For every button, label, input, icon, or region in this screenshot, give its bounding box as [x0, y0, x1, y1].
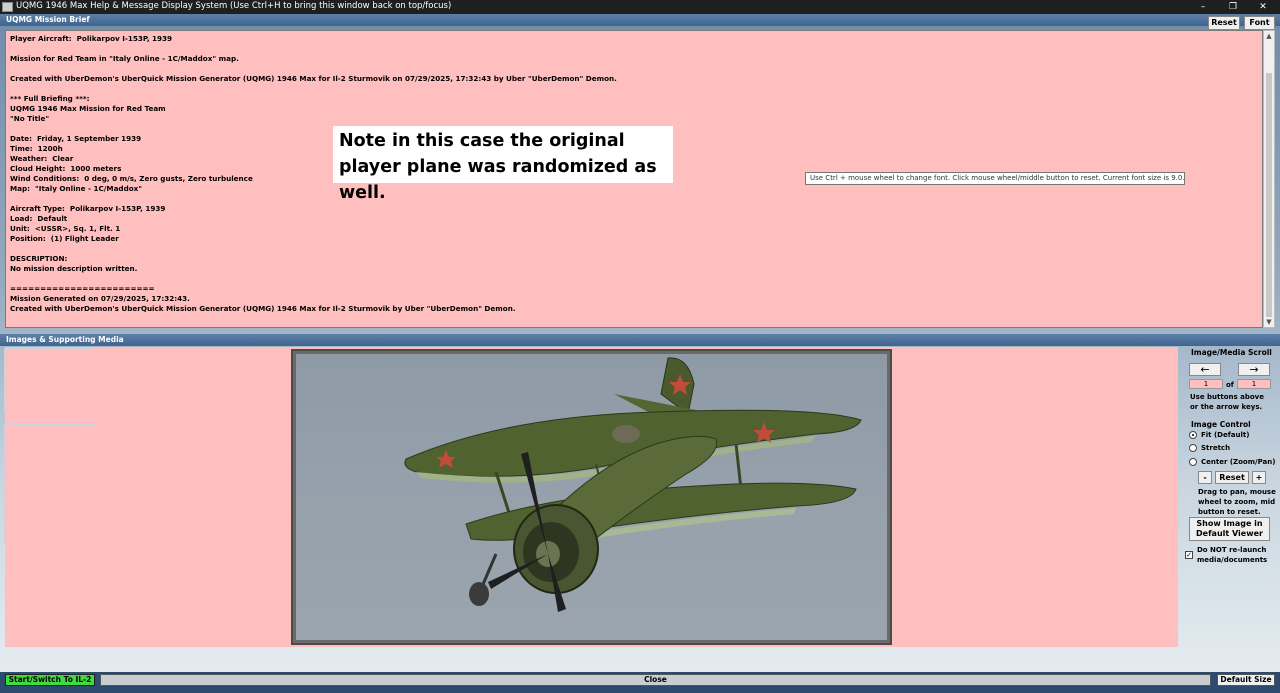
show-image-line1: Show Image in — [1196, 519, 1263, 528]
scroll-thumb[interactable] — [1266, 73, 1272, 317]
scroll-hint-line2: or the arrow keys. — [1190, 403, 1263, 411]
drag-hint-line3: button to reset. — [1198, 508, 1261, 516]
annotation-note: Note in this case the original player pl… — [333, 126, 673, 203]
close-window-button[interactable]: ✕ — [1248, 0, 1278, 14]
media-scroll-label: Image/Media Scroll — [1191, 348, 1272, 357]
mission-brief-header: UQMG Mission Brief — [0, 14, 1280, 26]
restore-button[interactable]: ❐ — [1218, 0, 1248, 14]
app-icon — [2, 2, 13, 12]
scroll-up-icon[interactable]: ▲ — [1264, 31, 1274, 41]
brief-scrollbar[interactable]: ▲ ▼ — [1263, 30, 1275, 328]
center-radio-label: Center (Zoom/Pan) — [1201, 458, 1276, 466]
current-page-field[interactable]: 1 — [1189, 379, 1223, 389]
fit-radio-label: Fit (Default) — [1201, 431, 1250, 439]
zoom-in-button[interactable]: + — [1252, 471, 1266, 484]
center-radio[interactable] — [1189, 458, 1197, 466]
aircraft-image[interactable] — [291, 349, 892, 645]
window-titlebar: UQMG 1946 Max Help & Message Display Sys… — [0, 0, 1280, 14]
prev-image-button[interactable]: ← — [1189, 363, 1221, 376]
show-image-button[interactable]: Show Image in Default Viewer — [1189, 517, 1270, 541]
window-title: UQMG 1946 Max Help & Message Display Sys… — [16, 1, 452, 11]
drag-hint-line1: Drag to pan, mouse — [1198, 488, 1276, 496]
relaunch-label-line1: Do NOT re-launch — [1197, 546, 1267, 554]
show-image-line2: Default Viewer — [1196, 529, 1263, 538]
scroll-down-icon[interactable]: ▼ — [1264, 317, 1274, 327]
media-header: Images & Supporting Media — [0, 334, 1280, 346]
no-relaunch-checkbox[interactable]: ✓ — [1185, 551, 1193, 559]
media-scroll-group — [4, 348, 94, 414]
font-button[interactable]: Font — [1244, 16, 1275, 30]
aircraft-image-canvas — [296, 354, 887, 640]
reset-font-button[interactable]: Reset — [1208, 16, 1240, 30]
stretch-radio-label: Stretch — [1201, 444, 1231, 452]
minimize-button[interactable]: – — [1188, 0, 1218, 14]
relaunch-label-line2: media/documents — [1197, 556, 1268, 564]
total-pages-field: 1 — [1237, 379, 1271, 389]
zoom-reset-button[interactable]: Reset — [1215, 471, 1249, 484]
stretch-radio[interactable] — [1189, 444, 1197, 452]
image-control-label: Image Control — [1191, 420, 1251, 429]
start-il2-button[interactable]: Start/Switch To IL-2 — [5, 674, 95, 686]
scroll-hint-line1: Use buttons above — [1190, 393, 1264, 401]
next-image-button[interactable]: → — [1238, 363, 1270, 376]
of-label: of — [1226, 381, 1234, 389]
close-button[interactable]: Close — [100, 674, 1211, 686]
zoom-out-button[interactable]: - — [1198, 471, 1212, 484]
biplane-picture — [404, 357, 862, 612]
drag-hint-line2: wheel to zoom, mid — [1198, 498, 1276, 506]
image-control-group — [4, 424, 94, 544]
fit-radio[interactable] — [1189, 431, 1197, 439]
font-tooltip: Use Ctrl + mouse wheel to change font. C… — [805, 172, 1185, 185]
default-size-button[interactable]: Default Size — [1217, 674, 1275, 686]
